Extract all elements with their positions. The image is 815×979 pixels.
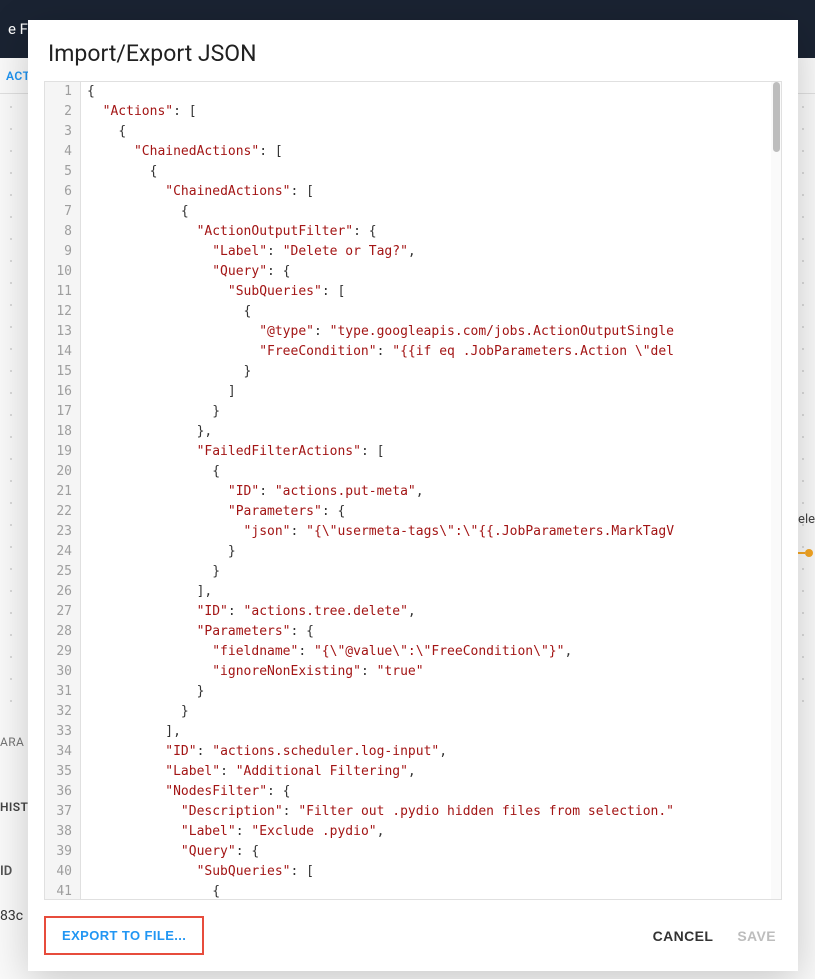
cancel-button[interactable]: CANCEL [653, 928, 714, 944]
backdrop-history-label: HIST [0, 800, 28, 814]
json-editor[interactable]: 1 2 3 4 5 6 7 8 9 10 11 12 13 14 15 16 1… [44, 81, 782, 900]
backdrop-header-fragment: e F [8, 20, 28, 38]
import-export-dialog: Import/Export JSON 1 2 3 4 5 6 7 8 9 10 … [28, 20, 798, 971]
export-to-file-button[interactable]: EXPORT TO FILE... [44, 916, 204, 955]
backdrop-id-value-fragment: 83c [0, 908, 23, 924]
backdrop-section-label: ara [0, 735, 24, 749]
dialog-title: Import/Export JSON [28, 20, 798, 81]
dialog-right-buttons: CANCEL SAVE [653, 928, 776, 944]
save-button[interactable]: SAVE [737, 928, 776, 944]
dialog-action-bar: EXPORT TO FILE... CANCEL SAVE [28, 900, 798, 971]
editor-scrollbar[interactable] [771, 82, 781, 899]
editor-code-area[interactable]: { "Actions": [ { "ChainedActions": [ { "… [81, 82, 781, 899]
scrollbar-thumb[interactable] [773, 82, 780, 152]
editor-gutter: 1 2 3 4 5 6 7 8 9 10 11 12 13 14 15 16 1… [45, 82, 81, 899]
backdrop-id-label: ID [0, 864, 12, 879]
